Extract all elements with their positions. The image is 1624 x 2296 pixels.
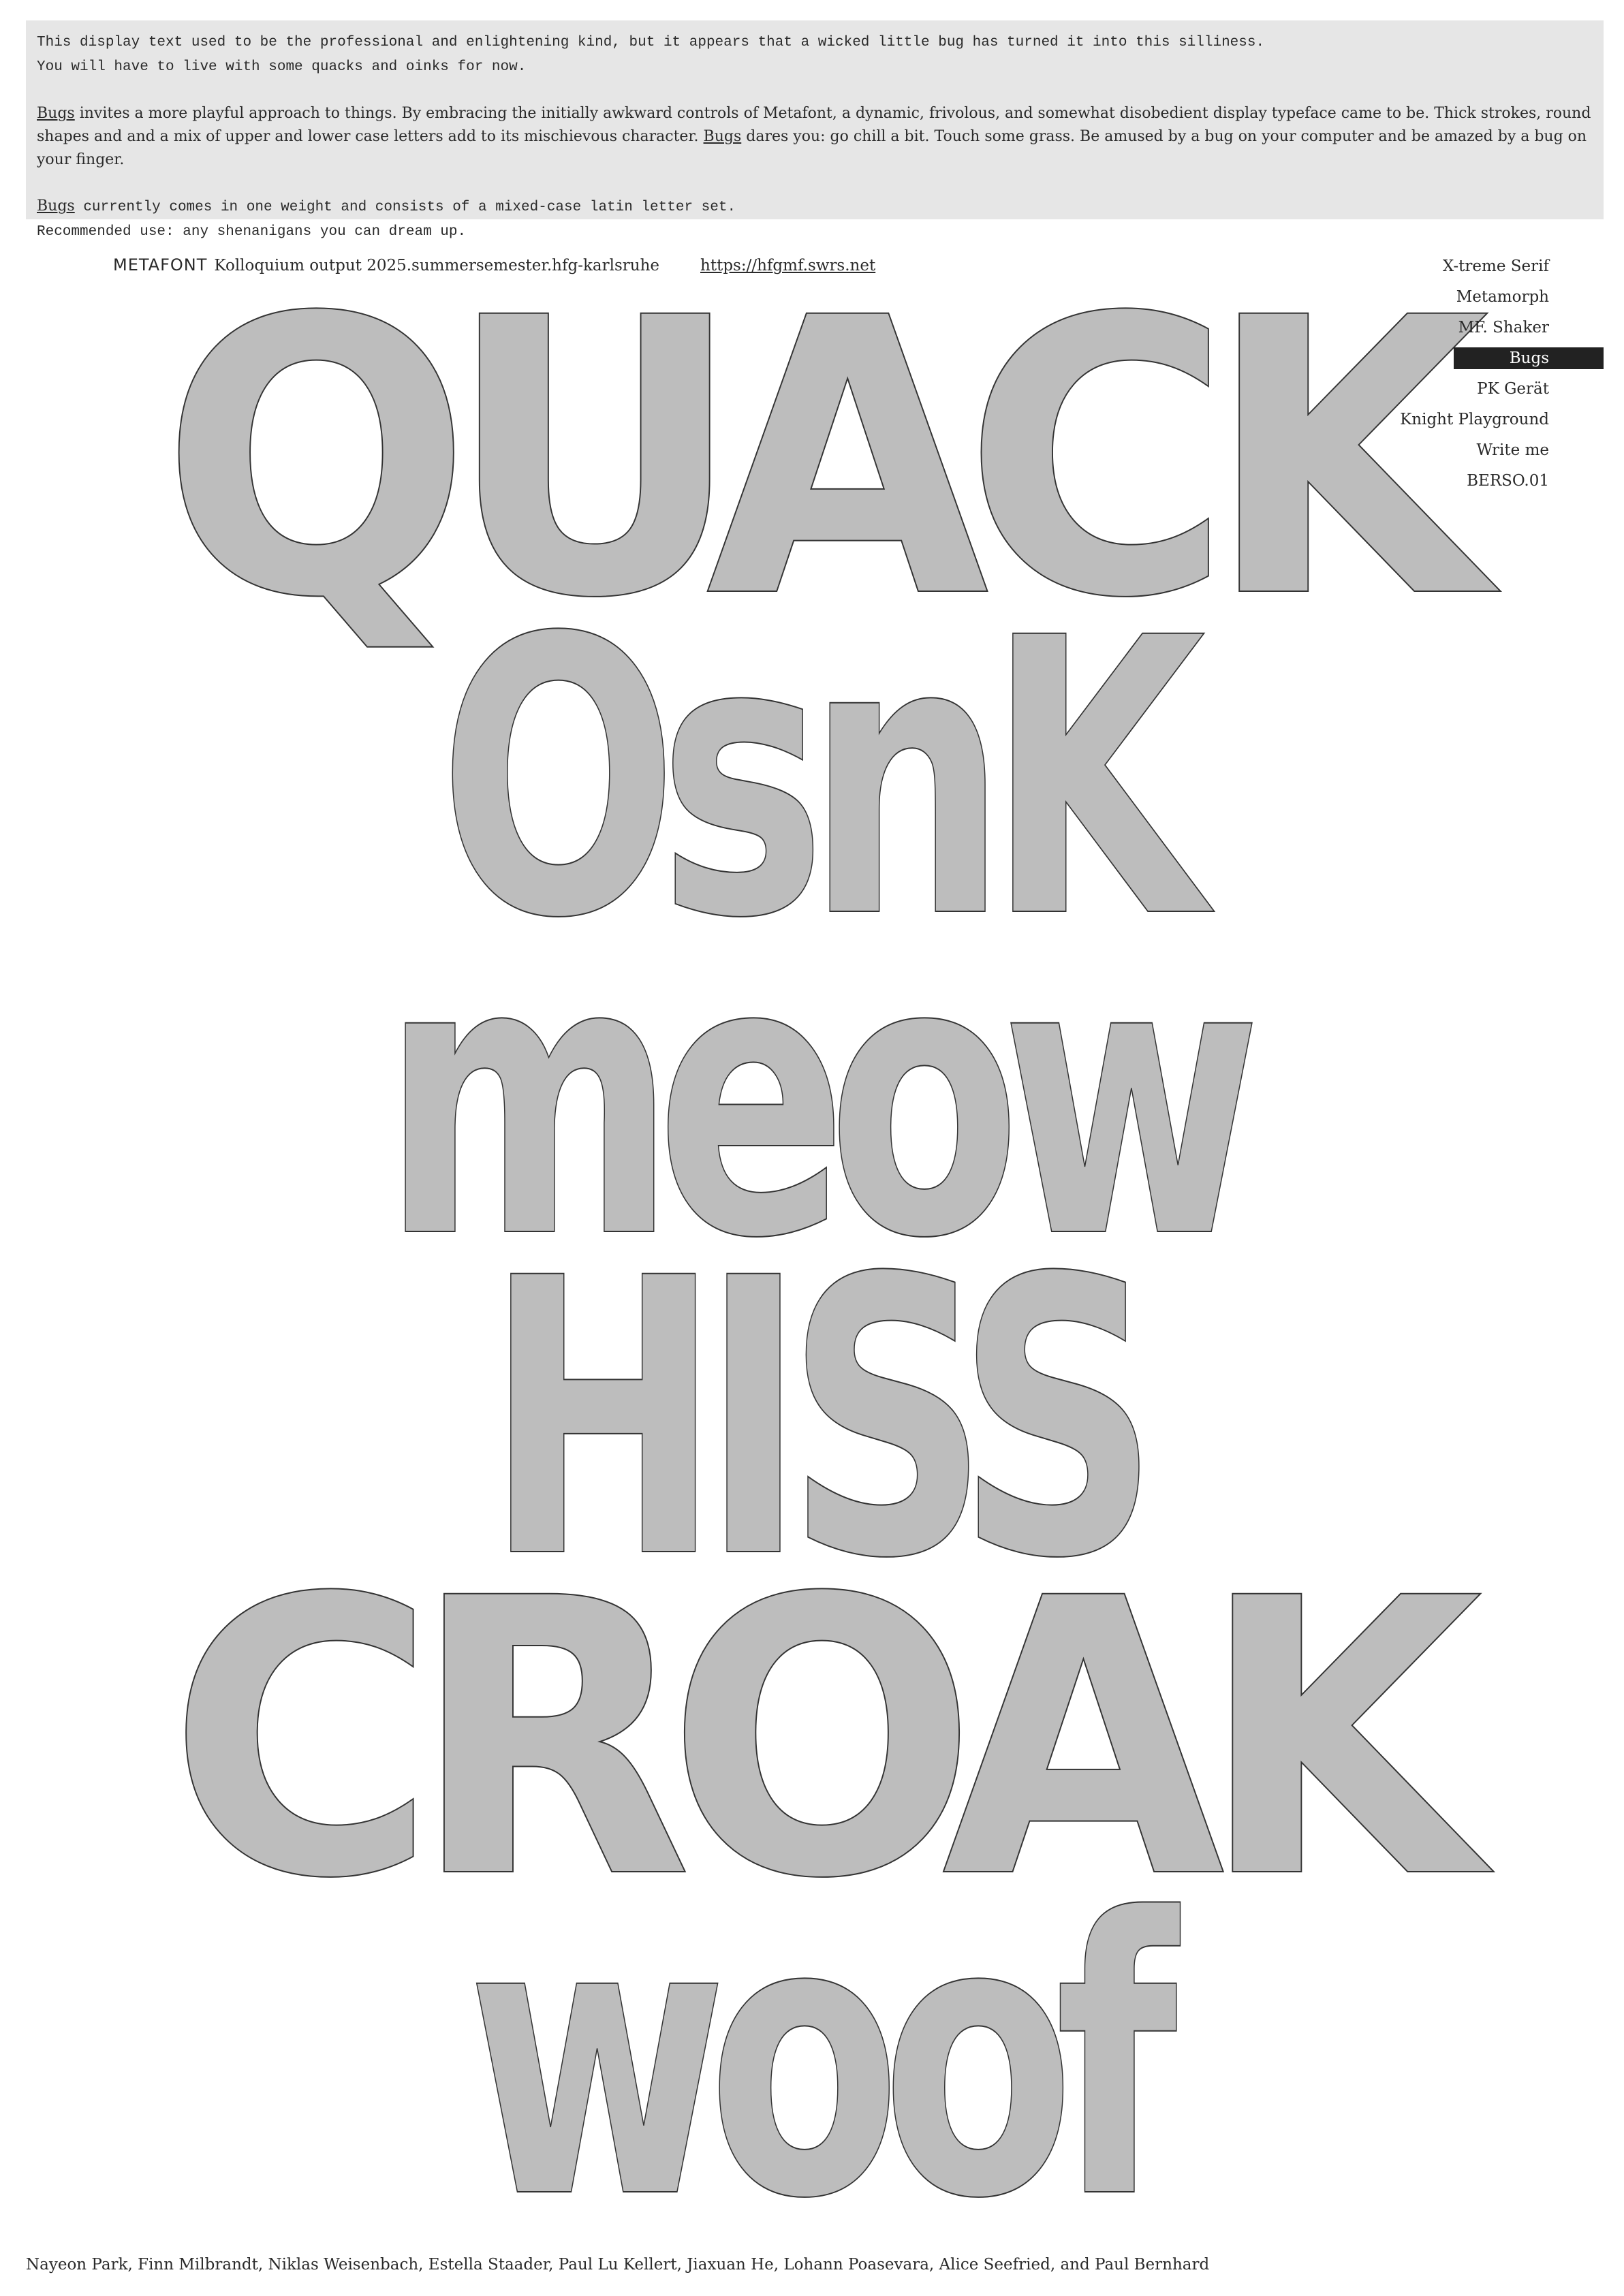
- menu-item-x-treme-serif[interactable]: X-treme Serif: [1386, 255, 1604, 286]
- typeface-menu: X-treme Serif Metamorph MF. Shaker Bugs …: [1386, 255, 1604, 501]
- menu-item-label: Write me: [1476, 441, 1549, 459]
- menu-item-label: Bugs: [1454, 347, 1604, 369]
- intro-paragraph-2: Bugs invites a more playful approach to …: [37, 102, 1593, 172]
- intro-p3-text: currently comes in one weight and consis…: [74, 200, 736, 215]
- bugs-link-2[interactable]: Bugs: [704, 128, 742, 145]
- intro-paragraph-1: This display text used to be the profess…: [37, 30, 1593, 79]
- bugs-link[interactable]: Bugs: [37, 105, 75, 122]
- menu-item-write-me[interactable]: Write me: [1386, 439, 1604, 470]
- bugs-link-3[interactable]: Bugs: [37, 198, 75, 215]
- menu-item-mf-shaker[interactable]: MF. Shaker: [1386, 317, 1604, 347]
- intro-line-2: You will have to live with some quacks a…: [37, 59, 527, 75]
- intro-box: This display text used to be the profess…: [26, 20, 1604, 240]
- menu-item-berso-01[interactable]: BERSO.01: [1386, 470, 1604, 501]
- intro-paragraph-3: Bugs currently comes in one weight and c…: [37, 195, 1593, 244]
- menu-item-bugs[interactable]: Bugs: [1386, 347, 1604, 378]
- menu-item-knight-playground[interactable]: Knight Playground: [1386, 409, 1604, 439]
- type-specimen: QUACK OsnK meow HISS CROAK woof: [0, 268, 1624, 2282]
- menu-item-label: MF. Shaker: [1458, 319, 1549, 336]
- specimen-word-woof: woof: [466, 1838, 1178, 2282]
- menu-item-label: PK Gerät: [1477, 380, 1549, 398]
- specimen-row: woof: [0, 1838, 1624, 2282]
- menu-item-label: BERSO.01: [1467, 472, 1549, 490]
- menu-item-metamorph[interactable]: Metamorph: [1386, 286, 1604, 317]
- menu-item-label: Knight Playground: [1400, 411, 1549, 428]
- intro-line-1: This display text used to be the profess…: [37, 35, 1265, 50]
- credits-line: Nayeon Park, Finn Milbrandt, Niklas Weis…: [26, 2256, 1210, 2274]
- menu-item-label: Metamorph: [1456, 288, 1549, 306]
- menu-item-label: X-treme Serif: [1442, 257, 1549, 275]
- menu-item-pk-geraet[interactable]: PK Gerät: [1386, 378, 1604, 409]
